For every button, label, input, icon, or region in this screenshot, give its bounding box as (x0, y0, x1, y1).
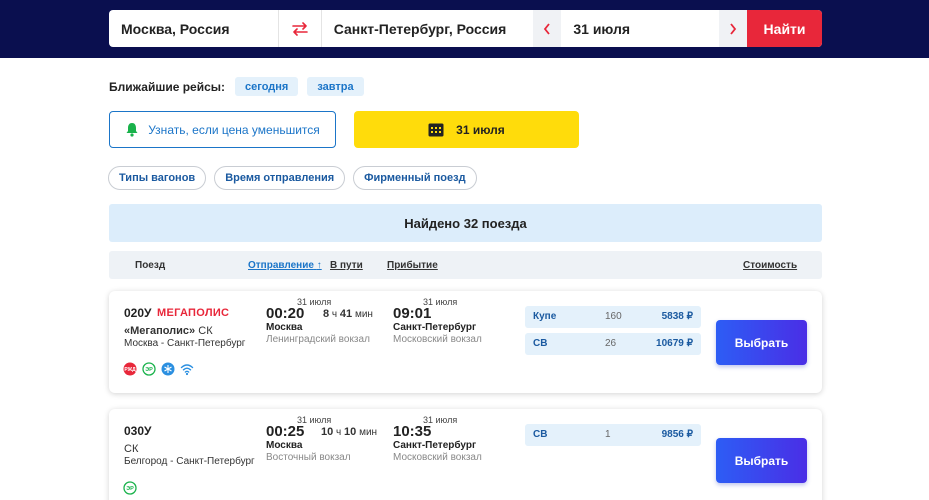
train-number: 020У (124, 306, 152, 320)
chip-tomorrow[interactable]: завтра (307, 77, 364, 96)
wifi-icon (180, 362, 194, 376)
nearest-label: Ближайшие рейсы: (109, 79, 226, 94)
swap-button[interactable] (279, 10, 322, 47)
departure-station: Восточный вокзал (266, 452, 351, 463)
rzd-logo-icon: РЖД (123, 362, 137, 376)
filter-branded-train[interactable]: Фирменный поезд (353, 166, 477, 190)
search-form: Москва, Россия Санкт-Петербург, Россия 3… (109, 10, 822, 47)
fare-price: 9856 ₽ (661, 429, 693, 440)
top-bar: Москва, Россия Санкт-Петербург, Россия 3… (0, 0, 929, 58)
svg-text:ЭР: ЭР (145, 367, 153, 373)
arrival-station: Московский вокзал (393, 334, 482, 345)
duration-minutes-unit: мин (359, 427, 378, 438)
next-date-button[interactable] (719, 10, 748, 47)
fare-seats: 26 (605, 338, 617, 349)
fare-seats: 1 (605, 429, 611, 440)
departure-city: Москва (266, 322, 303, 333)
fare-price: 5838 ₽ (661, 311, 693, 322)
train-brand: МЕГАПОЛИС (157, 307, 230, 319)
duration-minutes: 10 (344, 426, 357, 438)
train-route: Москва - Санкт-Петербург (124, 338, 246, 349)
swap-arrows-icon (291, 21, 308, 36)
train-features: ЭР (123, 481, 142, 495)
to-field[interactable]: Санкт-Петербург, Россия (322, 10, 534, 47)
duration-minutes-unit: мин (354, 309, 373, 320)
train-card: 020У МЕГАПОЛИС «Мегаполис» СК Москва - С… (109, 291, 822, 393)
select-train-button[interactable]: Выбрать (716, 320, 807, 365)
header-train: Поезд (135, 260, 166, 271)
fare-row[interactable]: Купе 160 5838 ₽ (525, 306, 701, 328)
found-count-banner: Найдено 32 поезда (109, 204, 822, 242)
filters-bar: Типы вагонов Время отправления Фирменный… (108, 166, 485, 190)
filter-departure-time[interactable]: Время отправления (214, 166, 346, 190)
calendar-button[interactable]: 31 июля (354, 111, 579, 148)
price-alert-label: Узнать, если цена уменьшится (148, 122, 320, 137)
departure-city: Москва (266, 440, 303, 451)
find-button[interactable]: Найти (747, 10, 822, 47)
fare-row[interactable]: СВ 1 9856 ₽ (525, 424, 701, 446)
fare-seats: 160 (605, 311, 622, 322)
fare-class: СВ (533, 429, 548, 440)
fare-class: Купе (533, 311, 557, 322)
sort-by-departure[interactable]: Отправление ↑ (248, 260, 322, 271)
nearest-trips: Ближайшие рейсы: сегодня завтра (109, 77, 373, 96)
arrival-city: Санкт-Петербург (393, 440, 477, 451)
sort-by-cost[interactable]: Стоимость (743, 260, 797, 271)
travel-duration: 8 ч 41 мин (323, 308, 373, 320)
departure-time: 00:20 (266, 305, 305, 322)
sort-by-arrival[interactable]: Прибытие (387, 260, 438, 271)
calendar-label: 31 июля (456, 122, 505, 137)
results-table-header: Поезд Отправление ↑ В пути Прибытие Стои… (109, 251, 822, 279)
date-field[interactable]: 31 июля (561, 10, 719, 47)
duration-hours-unit: ч (336, 427, 342, 438)
chevron-left-icon (544, 22, 551, 35)
train-features: РЖД ЭР (123, 362, 199, 376)
fare-price: 10679 ₽ (656, 338, 693, 349)
train-card: 030У СК Белгород - Санкт-Петербург ЭР 31… (109, 409, 822, 500)
bell-icon (126, 123, 138, 137)
select-train-button[interactable]: Выбрать (716, 438, 807, 483)
er-icon: ЭР (142, 362, 156, 376)
train-number: 030У (124, 424, 152, 438)
duration-minutes: 41 (339, 308, 353, 320)
duration-hours: 8 (323, 308, 330, 320)
from-field[interactable]: Москва, Россия (109, 10, 279, 47)
filter-car-types[interactable]: Типы вагонов (108, 166, 207, 190)
departure-time: 00:25 (266, 423, 305, 440)
arrival-time: 09:01 (393, 305, 432, 322)
svg-text:ЭР: ЭР (126, 486, 134, 492)
calendar-icon (428, 123, 444, 136)
chevron-right-icon (730, 22, 737, 35)
departure-station: Ленинградский вокзал (266, 334, 370, 345)
svg-text:РЖД: РЖД (124, 367, 136, 373)
sort-departure-label: Отправление (248, 260, 314, 271)
train-name: СК (124, 443, 139, 455)
train-name: «Мегаполис» СК (124, 325, 213, 337)
arrival-station: Московский вокзал (393, 452, 482, 463)
arrival-time: 10:35 (393, 423, 432, 440)
snowflake-icon (161, 362, 175, 376)
arrival-city: Санкт-Петербург (393, 322, 477, 333)
sort-arrow-up-icon: ↑ (316, 260, 322, 271)
er-icon: ЭР (123, 481, 137, 495)
train-name-quoted: «Мегаполис» (124, 325, 196, 337)
duration-hours-unit: ч (331, 309, 338, 320)
fare-class: СВ (533, 338, 548, 349)
train-route: Белгород - Санкт-Петербург (124, 456, 255, 467)
train-name-suffix: СК (195, 325, 213, 337)
price-alert-button[interactable]: Узнать, если цена уменьшится (109, 111, 336, 148)
chip-today[interactable]: сегодня (235, 77, 299, 96)
prev-date-button[interactable] (533, 10, 562, 47)
fare-row[interactable]: СВ 26 10679 ₽ (525, 333, 701, 355)
duration-hours: 10 (321, 426, 334, 438)
sort-by-duration[interactable]: В пути (330, 260, 363, 271)
travel-duration: 10 ч 10 мин (321, 426, 377, 438)
